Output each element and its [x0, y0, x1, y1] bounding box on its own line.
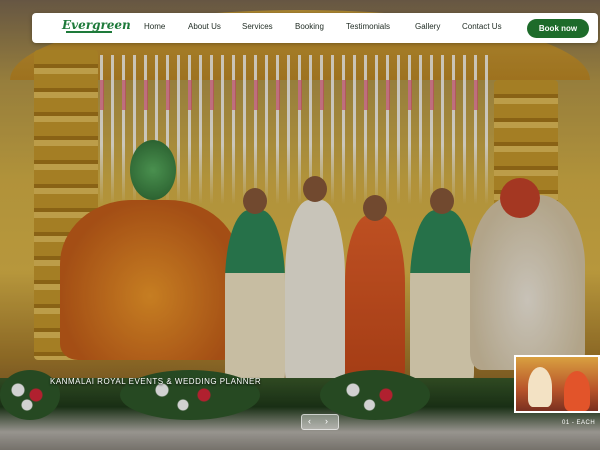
chevron-right-icon[interactable]: ›: [325, 416, 328, 426]
nav-link-home[interactable]: Home: [144, 22, 165, 31]
top-navbar: Evergreen Home About Us Services Booking…: [32, 13, 598, 43]
nav-link-about-us[interactable]: About Us: [188, 22, 221, 31]
next-slide-thumbnail[interactable]: [514, 355, 600, 413]
book-now-button[interactable]: Book now: [527, 19, 589, 38]
nav-link-gallery[interactable]: Gallery: [415, 22, 440, 31]
nav-links: Home About Us Services Booking Testimoni…: [32, 13, 512, 43]
slider-controls: ‹ ›: [301, 414, 339, 430]
chevron-left-icon[interactable]: ‹: [308, 416, 311, 426]
thumbnail-figure-1: [528, 367, 552, 407]
hero-banner: KANMALAI ROYAL EVENTS & WEDDING PLANNER …: [0, 0, 600, 450]
thumbnail-figure-2: [564, 371, 590, 411]
nav-link-contact-us[interactable]: Contact Us: [462, 22, 502, 31]
nav-link-services[interactable]: Services: [242, 22, 273, 31]
hero-caption: KANMALAI ROYAL EVENTS & WEDDING PLANNER: [50, 377, 262, 386]
slide-counter: 01 - EACH: [562, 420, 596, 426]
nav-link-testimonials[interactable]: Testimonials: [346, 22, 390, 31]
nav-link-booking[interactable]: Booking: [295, 22, 324, 31]
